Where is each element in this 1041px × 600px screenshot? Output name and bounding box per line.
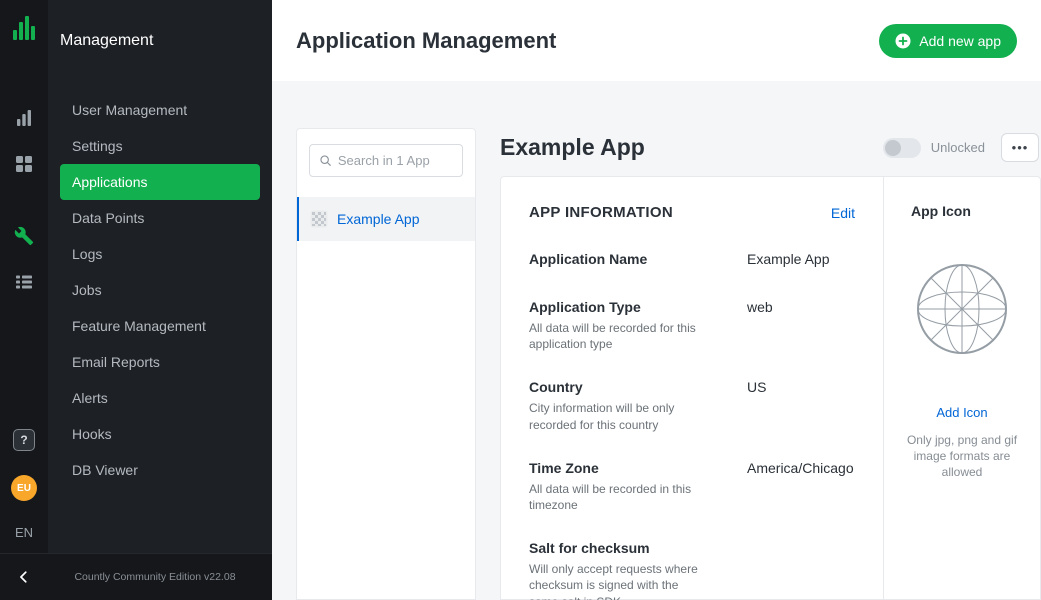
edition-label: Countly Community Edition v22.08 bbox=[48, 571, 272, 583]
field-label: Salt for checksum bbox=[529, 540, 747, 556]
icon-rail: ? EU EN bbox=[0, 0, 48, 600]
app-info-card: APP INFORMATION Edit Application Name Ex… bbox=[500, 176, 1041, 600]
field-label: Application Name bbox=[529, 251, 747, 267]
rail-nav bbox=[13, 108, 35, 292]
info-row-country: Country City information will be only re… bbox=[529, 379, 855, 432]
sidebar-item-jobs[interactable]: Jobs bbox=[60, 272, 260, 308]
app-icon-note: Only jpg, png and gif image formats are … bbox=[902, 432, 1022, 481]
info-row-time-zone: Time Zone All data will be recorded in t… bbox=[529, 460, 855, 513]
main-area: Application Management Add new app bbox=[272, 0, 1041, 600]
add-new-app-label: Add new app bbox=[919, 33, 1001, 49]
sidebar-footer: Countly Community Edition v22.08 bbox=[0, 553, 272, 600]
sidebar-item-email-reports[interactable]: Email Reports bbox=[60, 344, 260, 380]
sidebar-item-db-viewer[interactable]: DB Viewer bbox=[60, 452, 260, 488]
sidebar-item-settings[interactable]: Settings bbox=[60, 128, 260, 164]
analytics-icon[interactable] bbox=[13, 108, 35, 128]
search-icon bbox=[319, 153, 332, 168]
sidebar-item-alerts[interactable]: Alerts bbox=[60, 380, 260, 416]
field-label: Time Zone bbox=[529, 460, 747, 476]
lock-toggle[interactable] bbox=[883, 138, 921, 158]
field-description: All data will be recorded in this timezo… bbox=[529, 481, 705, 513]
user-avatar[interactable]: EU bbox=[11, 475, 37, 501]
content: Example App Example App Unlocked ••• APP… bbox=[272, 81, 1041, 600]
app-list-item-label: Example App bbox=[337, 211, 420, 227]
app-list-panel: Example App bbox=[296, 128, 476, 600]
countly-app: ? EU EN Management User Management Setti… bbox=[0, 0, 1041, 600]
chevron-left-icon bbox=[17, 570, 31, 584]
countly-logo[interactable] bbox=[10, 14, 38, 42]
sidebar-item-data-points[interactable]: Data Points bbox=[60, 200, 260, 236]
app-search bbox=[309, 144, 463, 177]
info-row-salt-for-checksum: Salt for checksum Will only accept reque… bbox=[529, 540, 855, 600]
management-icon[interactable] bbox=[13, 226, 35, 246]
page-title: Application Management bbox=[296, 28, 556, 54]
detail-header: Example App Unlocked ••• bbox=[500, 133, 1041, 162]
collapse-sidebar-button[interactable] bbox=[0, 554, 48, 600]
sidebar-item-user-management[interactable]: User Management bbox=[60, 92, 260, 128]
field-description: City information will be only recorded f… bbox=[529, 400, 705, 432]
sidebar-item-logs[interactable]: Logs bbox=[60, 236, 260, 272]
add-new-app-button[interactable]: Add new app bbox=[879, 24, 1017, 58]
language-selector[interactable]: EN bbox=[15, 525, 33, 540]
app-default-icon bbox=[310, 210, 328, 228]
search-input[interactable] bbox=[338, 153, 453, 168]
countly-logo-icon bbox=[10, 14, 38, 42]
info-row-application-name: Application Name Example App bbox=[529, 251, 855, 272]
page-header: Application Management Add new app bbox=[272, 0, 1041, 81]
field-label: Application Type bbox=[529, 299, 747, 315]
info-row-application-type: Application Type All data will be record… bbox=[529, 299, 855, 352]
help-icon[interactable]: ? bbox=[13, 429, 35, 451]
lock-toggle-knob bbox=[885, 140, 901, 156]
management-sidebar: Management User Management Settings Appl… bbox=[48, 0, 272, 600]
sidebar-nav: User Management Settings Applications Da… bbox=[48, 92, 272, 488]
dashboards-icon[interactable] bbox=[13, 154, 35, 174]
more-options-button[interactable]: ••• bbox=[1001, 133, 1039, 162]
app-icon-placeholder bbox=[916, 263, 1008, 355]
sidebar-item-feature-management[interactable]: Feature Management bbox=[60, 308, 260, 344]
utilities-icon[interactable] bbox=[13, 272, 35, 292]
rail-bottom: ? EU EN bbox=[11, 429, 37, 540]
lock-toggle-label: Unlocked bbox=[931, 140, 985, 155]
app-list-item[interactable]: Example App bbox=[297, 197, 475, 241]
sidebar-item-applications[interactable]: Applications bbox=[60, 164, 260, 200]
app-detail-title: Example App bbox=[500, 134, 883, 161]
field-description: All data will be recorded for this appli… bbox=[529, 320, 705, 352]
app-icon-panel: App Icon Add bbox=[883, 177, 1040, 599]
plus-circle-icon bbox=[895, 33, 911, 49]
sidebar-title: Management bbox=[48, 0, 272, 50]
field-value: web bbox=[747, 299, 773, 352]
sidebar-item-hooks[interactable]: Hooks bbox=[60, 416, 260, 452]
field-label: Country bbox=[529, 379, 747, 395]
field-value: America/Chicago bbox=[747, 460, 854, 513]
app-info-section: APP INFORMATION Edit Application Name Ex… bbox=[501, 177, 883, 599]
app-icon-title: App Icon bbox=[911, 203, 971, 219]
edit-link[interactable]: Edit bbox=[831, 205, 855, 221]
field-description: Will only accept requests where checksum… bbox=[529, 561, 705, 600]
app-info-heading: APP INFORMATION bbox=[529, 204, 673, 221]
field-value: Example App bbox=[747, 251, 830, 272]
add-icon-link[interactable]: Add Icon bbox=[936, 405, 987, 420]
field-value: US bbox=[747, 379, 766, 432]
app-detail: Example App Unlocked ••• APP INFORMATION… bbox=[500, 128, 1041, 600]
